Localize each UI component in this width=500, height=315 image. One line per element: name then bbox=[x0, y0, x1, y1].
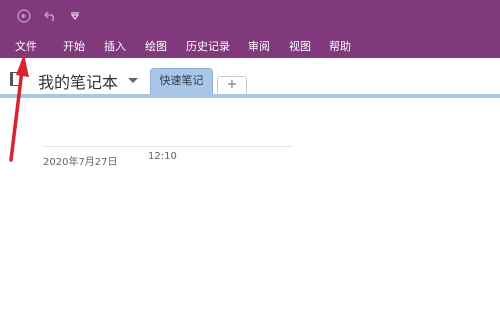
title-bar bbox=[0, 0, 500, 33]
tab-insert[interactable]: 插入 bbox=[104, 38, 126, 54]
undo-icon[interactable] bbox=[42, 7, 60, 25]
tab-review[interactable]: 审阅 bbox=[248, 38, 270, 54]
back-arrow-icon[interactable] bbox=[15, 7, 33, 25]
section-color-bar bbox=[0, 94, 500, 98]
customize-dropdown-icon[interactable] bbox=[68, 7, 82, 25]
ribbon-menu-bar: 文件 开始 插入 绘图 历史记录 审阅 视图 帮助 bbox=[0, 33, 500, 58]
page-title-rule bbox=[42, 146, 292, 147]
chevron-down-icon[interactable] bbox=[128, 78, 138, 83]
tab-help[interactable]: 帮助 bbox=[329, 38, 351, 54]
page-date: 2020年7月27日 bbox=[43, 157, 118, 168]
notebook-header: 我的笔记本 快速笔记 + bbox=[0, 58, 500, 98]
tab-quick-notes[interactable]: 快速笔记 bbox=[150, 68, 213, 94]
notebook-icon bbox=[10, 72, 21, 86]
tab-home[interactable]: 开始 bbox=[63, 38, 85, 54]
tab-draw[interactable]: 绘图 bbox=[145, 38, 167, 54]
page-time: 12:10 bbox=[148, 151, 177, 162]
tab-view[interactable]: 视图 bbox=[289, 38, 311, 54]
tab-file[interactable]: 文件 bbox=[15, 38, 37, 54]
notebook-name[interactable]: 我的笔记本 bbox=[38, 69, 118, 93]
add-section-button[interactable]: + bbox=[217, 76, 247, 94]
tab-history[interactable]: 历史记录 bbox=[186, 38, 230, 54]
